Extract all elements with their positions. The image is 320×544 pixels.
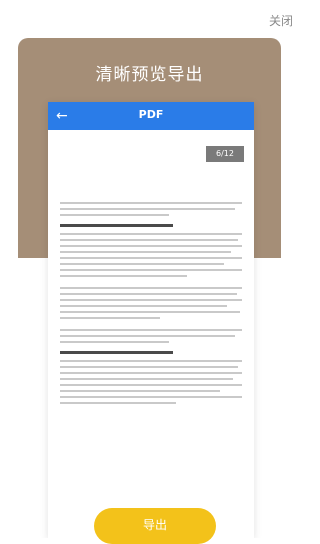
close-button[interactable]: 关闭 [269, 12, 293, 29]
pdf-title: PDF [138, 108, 164, 121]
pdf-preview-frame: ← PDF 6/12 [48, 102, 254, 538]
pdf-toolbar: ← PDF [48, 102, 254, 130]
export-button[interactable]: 导出 [94, 508, 216, 544]
page-indicator: 6/12 [206, 146, 244, 162]
card-title: 清晰预览导出 [95, 65, 204, 85]
export-preview-card: 清晰预览导出 ← PDF 6/12 [18, 38, 281, 538]
document-page-content [60, 202, 242, 532]
